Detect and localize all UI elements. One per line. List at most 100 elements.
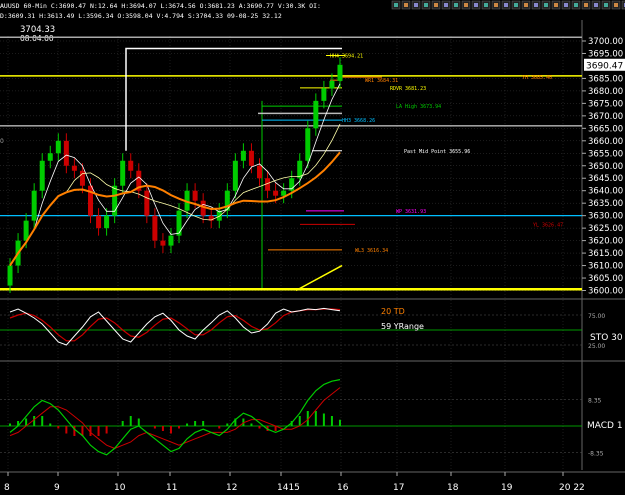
candle-body[interactable] xyxy=(39,160,45,191)
level-label: HH4 3694.21 xyxy=(330,53,363,59)
arrow-down-icon-glyph xyxy=(544,3,548,7)
candle-body[interactable] xyxy=(313,100,319,129)
help-icon[interactable] xyxy=(491,0,501,10)
candle-body[interactable] xyxy=(71,165,77,171)
candle-body[interactable] xyxy=(104,215,110,229)
arrow-up-icon[interactable] xyxy=(531,0,541,10)
grid-icon[interactable] xyxy=(461,0,471,10)
select-arrow-icon[interactable] xyxy=(391,0,401,10)
minimize-icon[interactable] xyxy=(601,0,611,10)
prev-info-line: D:3609.31 H:3613.49 L:3596.34 O:3598.04 … xyxy=(0,12,282,20)
candle-body[interactable] xyxy=(144,190,150,216)
candle-body[interactable] xyxy=(337,64,343,81)
print-icon[interactable] xyxy=(431,0,441,10)
level-label: HH3 3668.26 xyxy=(342,118,375,124)
candle-body[interactable] xyxy=(79,170,85,186)
candle-body[interactable] xyxy=(96,215,102,229)
candle-body[interactable] xyxy=(176,210,182,236)
line-icon[interactable] xyxy=(551,0,561,10)
candle-body[interactable] xyxy=(7,265,13,286)
candle-body[interactable] xyxy=(248,150,254,166)
trading-chart[interactable]: AUUSD 60-Min C:3690.47 N:12.64 H:3694.07… xyxy=(0,0,625,495)
tile-icon-glyph xyxy=(594,3,598,7)
time-label: 08:04:00 xyxy=(20,34,54,43)
expand-icon[interactable] xyxy=(581,0,591,10)
sto-tick-label: 25.00 xyxy=(588,343,605,350)
level-label: YH 3685.46 xyxy=(522,75,552,81)
candle-body[interactable] xyxy=(63,140,69,166)
price-levels: HH4 3694.21 WR1 3684.31 YH 3685.46 RDVR 368… xyxy=(0,36,582,292)
time-tick-label: 17 xyxy=(393,483,404,493)
candle-body[interactable] xyxy=(31,190,37,221)
price-tick-label: 3670.00 xyxy=(588,112,623,122)
moving-average-4 xyxy=(9,83,341,266)
candle-body[interactable] xyxy=(240,150,246,161)
candle-body[interactable] xyxy=(55,140,61,154)
candle-body[interactable] xyxy=(128,160,134,171)
candle-body[interactable] xyxy=(152,215,158,241)
copy-icon[interactable] xyxy=(411,0,421,10)
price-tick-label: 3685.00 xyxy=(588,74,623,84)
price-axis: 3700.00 3695.00 3690.47 3685.00 3680.00 3675.… xyxy=(582,37,625,297)
layout-icon-glyph xyxy=(524,3,528,7)
candle-body[interactable] xyxy=(305,128,311,161)
macd-label: MACD 1 xyxy=(587,421,623,431)
candle-body[interactable] xyxy=(47,153,53,161)
search-icon[interactable] xyxy=(441,0,451,10)
maximize-icon[interactable] xyxy=(611,0,621,10)
candle-body[interactable] xyxy=(120,160,126,186)
settings-icon[interactable] xyxy=(501,0,511,10)
chart-icon-glyph xyxy=(424,3,428,7)
level-label: YL 3626.47 xyxy=(533,222,563,228)
chart-icon[interactable] xyxy=(421,0,431,10)
level-label: WP 3631.93 xyxy=(396,209,426,215)
candle-body[interactable] xyxy=(281,190,287,196)
data-icon-glyph xyxy=(454,3,458,7)
window-icon[interactable] xyxy=(511,0,521,10)
candle-body[interactable] xyxy=(273,190,279,196)
window-icon-glyph xyxy=(514,3,518,7)
candlestick-series[interactable] xyxy=(7,57,343,294)
symbol-info-line: AUUSD 60-Min C:3690.47 N:12.64 H:3694.07… xyxy=(0,2,321,10)
stochastic-panel[interactable]: 75.00 25.00 xyxy=(0,307,605,350)
data-icon[interactable] xyxy=(451,0,461,10)
expand-icon-glyph xyxy=(584,3,588,7)
moving-average-16 xyxy=(9,151,341,267)
price-tick-label: 3635.00 xyxy=(588,199,623,209)
price-tick-label: 3625.00 xyxy=(588,224,623,234)
price-tick-label: 3650.00 xyxy=(588,162,623,172)
level-label: Past Mid Point 3655.96 xyxy=(404,149,470,155)
price-tick-label: 3700.00 xyxy=(588,37,623,47)
lock-icon[interactable] xyxy=(571,0,581,10)
price-tick-label: 3640.00 xyxy=(588,187,623,197)
search-icon-glyph xyxy=(444,3,448,7)
price-tick-label: 3630.00 xyxy=(588,212,623,222)
time-tick-label: 10 xyxy=(114,483,126,493)
cut-icon[interactable] xyxy=(401,0,411,10)
td-label: 20 TD xyxy=(381,307,405,316)
time-tick-label: 16 xyxy=(337,483,349,493)
tile-icon[interactable] xyxy=(591,0,601,10)
candle-body[interactable] xyxy=(160,240,166,246)
candle-body[interactable] xyxy=(192,190,198,201)
layout-icon[interactable] xyxy=(521,0,531,10)
price-tick-label: 3660.00 xyxy=(588,137,623,147)
level-label: LA High 3673.94 xyxy=(396,104,441,110)
price-tick-label: 3680.00 xyxy=(588,87,623,97)
candle-body[interactable] xyxy=(88,185,93,216)
candle-body[interactable] xyxy=(321,88,327,101)
zoom-icon[interactable] xyxy=(481,0,491,10)
grid-icon-glyph xyxy=(464,3,468,7)
price-tick-label: 3615.00 xyxy=(588,249,623,259)
copy-icon-glyph xyxy=(414,3,418,7)
macd-panel[interactable]: 8.35 -8.35 xyxy=(0,379,604,458)
candle-body[interactable] xyxy=(232,160,238,191)
arrow-down-icon[interactable] xyxy=(541,0,551,10)
candle-body[interactable] xyxy=(168,235,174,246)
refresh-icon-glyph xyxy=(474,3,478,7)
candle-body[interactable] xyxy=(257,165,262,179)
macd-signal-line xyxy=(9,387,341,449)
refresh-icon[interactable] xyxy=(471,0,481,10)
candle-body[interactable] xyxy=(329,80,335,89)
sound-icon[interactable] xyxy=(561,0,571,10)
